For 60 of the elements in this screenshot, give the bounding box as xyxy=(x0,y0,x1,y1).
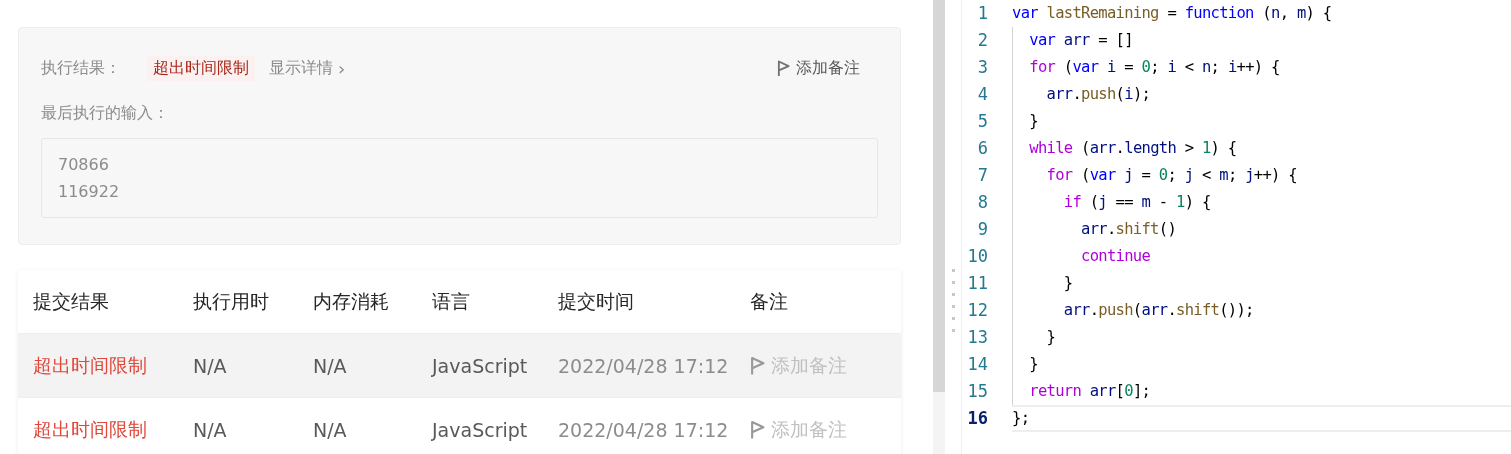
table-cell-text: JavaScript xyxy=(432,418,529,441)
line-number: 1 xyxy=(976,2,989,25)
flag-icon xyxy=(750,419,765,440)
table-cell-text: 2022/04/28 17:12 xyxy=(558,418,730,441)
code-line: arr.push(arr.shift()); xyxy=(1012,297,1254,324)
code-line: arr.push(i); xyxy=(1012,81,1151,108)
column-header: 语言 xyxy=(432,288,471,314)
column-header: 执行用时 xyxy=(193,288,270,314)
column-header: 备注 xyxy=(750,288,789,314)
status-cell[interactable]: 超出时间限制 xyxy=(33,416,193,443)
line-number: 14 xyxy=(966,353,989,376)
line-number: 9 xyxy=(976,218,989,241)
code-line: } xyxy=(1012,324,1056,351)
code-line: while (arr.length > 1) { xyxy=(1012,135,1237,162)
code-line: arr.shift() xyxy=(1012,216,1177,243)
flag-icon xyxy=(750,355,765,376)
table-cell-text: N/A xyxy=(313,354,348,377)
code-line: for (var j = 0; j < m; j++) { xyxy=(1012,162,1297,189)
code-line: return arr[0]; xyxy=(1012,378,1151,405)
code-line: continue xyxy=(1012,243,1151,270)
line-number: 5 xyxy=(976,110,989,133)
column-header: 提交结果 xyxy=(33,288,110,314)
code-line: }; xyxy=(1012,405,1511,432)
details-link[interactable]: 显示详情 › xyxy=(269,58,346,79)
chevron-icon: › xyxy=(338,58,346,79)
status-cell[interactable]: 超出时间限制 xyxy=(33,352,193,379)
column-header: 内存消耗 xyxy=(313,288,390,314)
line-number: 10 xyxy=(966,245,989,268)
line-number: 7 xyxy=(976,164,989,187)
table-cell-text: N/A xyxy=(193,354,228,377)
result-badge: 超出时间限制 xyxy=(147,56,255,81)
input-line: 70866 xyxy=(58,154,110,176)
line-number: 13 xyxy=(966,326,989,349)
code-line: var arr = [] xyxy=(1012,27,1133,54)
line-number: 4 xyxy=(976,83,989,106)
code-line: } xyxy=(1012,351,1038,378)
code-line: for (var i = 0; i < n; i++) { xyxy=(1012,54,1280,81)
line-number: 3 xyxy=(976,56,989,79)
code-line: if (j == m - 1) { xyxy=(1012,189,1211,216)
result-label: 执行结果： xyxy=(41,58,121,79)
line-number: 6 xyxy=(976,137,989,160)
table-row[interactable]: 超出时间限制 N/A N/A JavaScript 2022/04/28 17:12 添加备注 xyxy=(18,397,901,454)
add-note-button[interactable]: 添加备注 xyxy=(777,58,878,79)
table-cell-text: 2022/04/28 17:12 xyxy=(558,354,730,377)
line-number: 15 xyxy=(966,380,989,403)
line-number: 12 xyxy=(966,299,989,322)
table-cell-text: N/A xyxy=(193,418,228,441)
column-header: 提交时间 xyxy=(558,288,635,314)
code-line: var lastRemaining = function (n, m) { xyxy=(1012,3,1332,24)
table-cell-text: N/A xyxy=(313,418,348,441)
code-line: } xyxy=(1012,108,1038,135)
line-number: 2 xyxy=(976,29,989,52)
line-number: 8 xyxy=(976,191,989,214)
last-input-label: 最后执行的输入： xyxy=(41,103,170,124)
flag-icon xyxy=(777,60,790,77)
input-line: 116922 xyxy=(58,181,121,203)
code-line: } xyxy=(1012,270,1073,297)
line-number: 11 xyxy=(966,272,989,295)
line-number: 16 xyxy=(966,407,989,430)
table-cell-text: JavaScript xyxy=(432,354,529,377)
